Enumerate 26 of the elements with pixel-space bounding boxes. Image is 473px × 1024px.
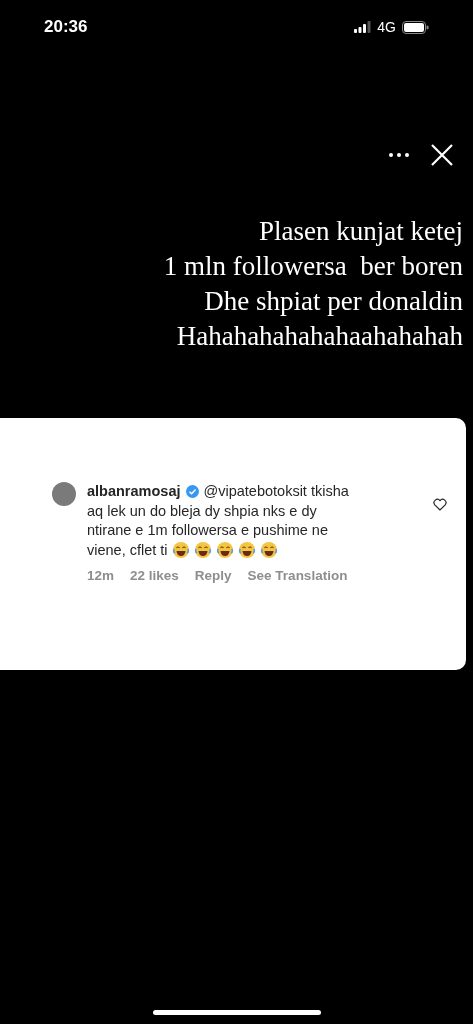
more-icon[interactable] [389, 153, 409, 157]
comment-meta: 12m [87, 567, 115, 585]
laughing-face-icon [171, 541, 190, 560]
comment-text-line: @vipatebotoksit tkisha [203, 482, 349, 501]
laughing-face-icon [259, 541, 278, 560]
status-time: 20:36 [44, 17, 88, 37]
laughing-face-icon [237, 541, 256, 560]
caption-line: Hahahahahahahaahahahah [176, 320, 463, 353]
comment-text-line: viene, cflet ti [87, 540, 168, 560]
caption-line: 1 mln followersa ber boren [163, 250, 463, 283]
comment-meta[interactable]: Reply [194, 566, 232, 586]
signal-icon [354, 21, 372, 33]
comment-text-line: ntirane e 1m followersa e pushime ne [87, 521, 328, 540]
caption-line: Dhe shpiat per donaldin [204, 285, 463, 318]
caption-line: Plasen kunjat ketej [259, 215, 463, 248]
comment-text-line: aq lek un do bleja dy shpia nks e dy [87, 501, 317, 521]
network-type: 4G [377, 19, 396, 35]
comment-username: albanramosaj [87, 482, 181, 501]
comment-meta: 22 likes [130, 567, 179, 585]
battery-icon [402, 20, 429, 34]
close-icon[interactable] [431, 144, 453, 166]
heart-icon[interactable] [433, 498, 447, 511]
avatar [52, 482, 76, 506]
comment-meta[interactable]: See Translation [247, 566, 348, 586]
laughing-face-icon [193, 541, 212, 560]
laughing-face-icon [215, 541, 234, 560]
